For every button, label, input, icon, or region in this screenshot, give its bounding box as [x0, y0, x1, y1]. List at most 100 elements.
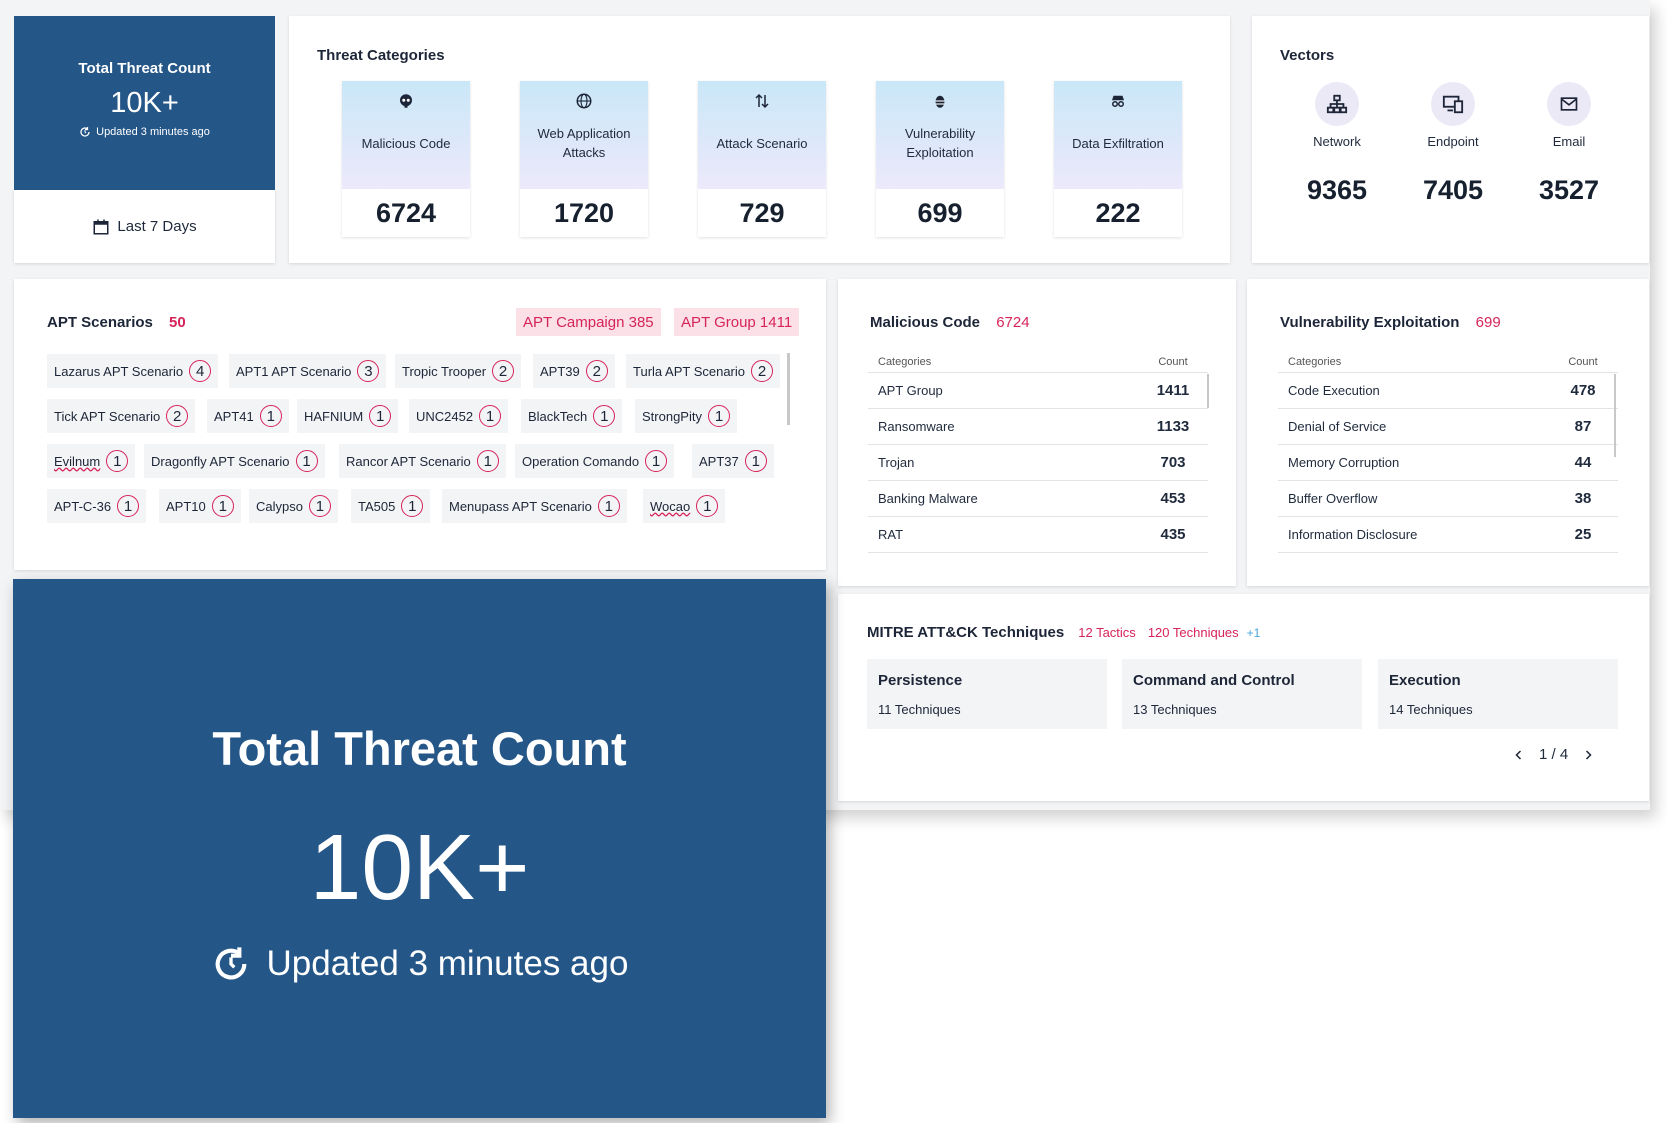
- pager-text: 1 / 4: [1539, 746, 1569, 763]
- vector-label: Network: [1313, 134, 1361, 149]
- mitre-extra[interactable]: +1: [1247, 626, 1261, 640]
- chip-label: Evilnum: [54, 453, 101, 469]
- mitre-card-sub: 11 Techniques: [878, 702, 961, 717]
- chip-label: Calypso: [256, 498, 303, 514]
- category-value: 699: [917, 197, 963, 228]
- category-label: Web Application Attacks: [537, 126, 631, 160]
- apt-chip[interactable]: UNC2452 1: [409, 399, 509, 433]
- chevron-right-icon[interactable]: [1582, 749, 1594, 761]
- apt-chip[interactable]: APT37 1: [692, 444, 774, 478]
- table-row[interactable]: Trojan 703: [868, 445, 1208, 481]
- chip-count: 1: [259, 405, 282, 427]
- apt-chip[interactable]: BlackTech 1: [521, 399, 623, 433]
- category-web-application-attacks[interactable]: Web Application Attacks 1720: [520, 81, 648, 237]
- apt-chip[interactable]: Menupass APT Scenario 1: [442, 489, 627, 523]
- vector-network[interactable]: Network 9365: [1292, 82, 1382, 206]
- date-filter-button[interactable]: Last 7 Days: [14, 190, 275, 263]
- table-row[interactable]: Denial of Service 87: [1278, 409, 1618, 445]
- total-threat-value: 10K+: [110, 87, 179, 119]
- table-row[interactable]: Ransomware 1133: [868, 409, 1208, 445]
- apt-chip[interactable]: Lazarus APT Scenario 4: [47, 354, 219, 388]
- apt-chip[interactable]: Tropic Trooper 2: [395, 354, 522, 388]
- chip-label: APT39: [540, 363, 580, 379]
- chip-label: TA505: [358, 498, 396, 514]
- vector-value: 9365: [1306, 175, 1368, 205]
- table-scrollbar[interactable]: [1614, 374, 1616, 457]
- mitre-card-command-and-control[interactable]: Command and Control 13 Techniques: [1122, 659, 1362, 729]
- chip-count: 1: [645, 450, 668, 472]
- apt-chip[interactable]: APT10 1: [159, 489, 241, 523]
- pager: 1 / 4: [1513, 746, 1594, 763]
- vector-value: 3527: [1538, 175, 1600, 205]
- threat-categories-panel: Threat Categories Malicious Code 6724 We…: [289, 16, 1230, 263]
- row-value: 478: [1570, 382, 1596, 399]
- row-name: RAT: [878, 527, 904, 542]
- network-icon: [1326, 94, 1348, 114]
- apt-chip[interactable]: Evilnum 1: [47, 444, 136, 478]
- refresh-icon: [215, 947, 246, 980]
- apt-chip[interactable]: APT41 1: [207, 399, 289, 433]
- table-row[interactable]: Code Execution 478: [1278, 373, 1618, 409]
- apt-chip[interactable]: APT-C-36 1: [47, 489, 147, 523]
- chip-count: 1: [744, 450, 767, 472]
- apt-chip[interactable]: HAFNIUM 1: [297, 399, 399, 433]
- table-row[interactable]: Information Disclosure 25: [1278, 517, 1618, 553]
- chip-count: 1: [369, 405, 392, 427]
- apt-chip[interactable]: Calypso 1: [249, 489, 338, 523]
- col-categories: Categories: [1288, 356, 1342, 368]
- chip-count: 1: [707, 405, 730, 427]
- table-scrollbar[interactable]: [1207, 374, 1209, 408]
- apt-chip[interactable]: TA505 1: [351, 489, 431, 523]
- apt-chip[interactable]: Rancor APT Scenario 1: [339, 444, 506, 478]
- apt-chip[interactable]: Operation Comando 1: [515, 444, 675, 478]
- apt-chip[interactable]: APT1 APT Scenario 3: [229, 354, 387, 388]
- apt-group-tag[interactable]: APT Group 1411: [674, 308, 800, 336]
- apt-campaign-tag[interactable]: APT Campaign 385: [516, 308, 661, 336]
- row-value: 1133: [1156, 418, 1190, 435]
- category-attack-scenario[interactable]: Attack Scenario 729: [698, 81, 826, 237]
- large-updated-text: Updated 3 minutes ago: [266, 944, 629, 983]
- apt-chip[interactable]: Turla APT Scenario 2: [626, 354, 780, 388]
- row-value: 453: [1160, 490, 1186, 507]
- apt-scrollbar[interactable]: [787, 353, 790, 425]
- chip-count: 4: [189, 360, 212, 382]
- apt-chip[interactable]: StrongPity 1: [635, 399, 737, 433]
- row-name: APT Group: [878, 383, 943, 398]
- chip-label: Rancor APT Scenario: [346, 453, 471, 469]
- row-value: 25: [1574, 526, 1592, 543]
- malicious-code-header: Malicious Code 6724: [870, 314, 1030, 331]
- vector-endpoint[interactable]: Endpoint 7405: [1408, 82, 1498, 206]
- apt-chip[interactable]: Tick APT Scenario 2: [47, 399, 196, 433]
- row-value: 87: [1574, 418, 1592, 435]
- table-row[interactable]: RAT 435: [868, 517, 1208, 553]
- vuln-header: Vulnerability Exploitation 699: [1280, 314, 1501, 331]
- table-row[interactable]: APT Group 1411: [868, 373, 1208, 409]
- chip-count: 2: [166, 405, 189, 427]
- chip-count: 1: [476, 450, 499, 472]
- table-row[interactable]: Buffer Overflow 38: [1278, 481, 1618, 517]
- chip-count: 2: [751, 360, 773, 382]
- category-malicious-code[interactable]: Malicious Code 6724: [342, 81, 470, 237]
- threat-categories-title: Threat Categories: [317, 47, 445, 64]
- chip-label: Wocao: [650, 498, 691, 514]
- chevron-left-icon[interactable]: [1513, 749, 1525, 761]
- mitre-card-sub: 13 Techniques: [1133, 702, 1217, 717]
- table-row[interactable]: Banking Malware 453: [868, 481, 1208, 517]
- apt-chip[interactable]: Dragonfly APT Scenario 1: [144, 444, 325, 478]
- table-row[interactable]: Memory Corruption 44: [1278, 445, 1618, 481]
- category-label: Malicious Code: [361, 135, 451, 151]
- category-vulnerability-exploitation[interactable]: Vulnerability Exploitation 699: [876, 81, 1004, 237]
- mitre-tactics[interactable]: 12 Tactics: [1078, 625, 1136, 640]
- mitre-card-title: Persistence: [878, 672, 963, 689]
- vector-email[interactable]: Email 3527: [1524, 82, 1614, 206]
- mitre-card-execution[interactable]: Execution 14 Techniques: [1378, 659, 1618, 729]
- mitre-techniques[interactable]: 120 Techniques: [1148, 625, 1239, 640]
- apt-chip[interactable]: Wocao 1: [643, 489, 726, 523]
- total-threat-count-large: Total Threat Count 10K+ Updated 3 minute…: [13, 579, 826, 1118]
- mitre-title: MITRE ATT&CK Techniques: [867, 624, 1065, 641]
- apt-chip[interactable]: APT39 2: [533, 354, 615, 388]
- category-data-exfiltration[interactable]: Data Exfiltration 222: [1054, 81, 1182, 237]
- mitre-card-persistence[interactable]: Persistence 11 Techniques: [867, 659, 1107, 729]
- row-value: 703: [1160, 454, 1186, 471]
- row-value: 44: [1574, 454, 1592, 471]
